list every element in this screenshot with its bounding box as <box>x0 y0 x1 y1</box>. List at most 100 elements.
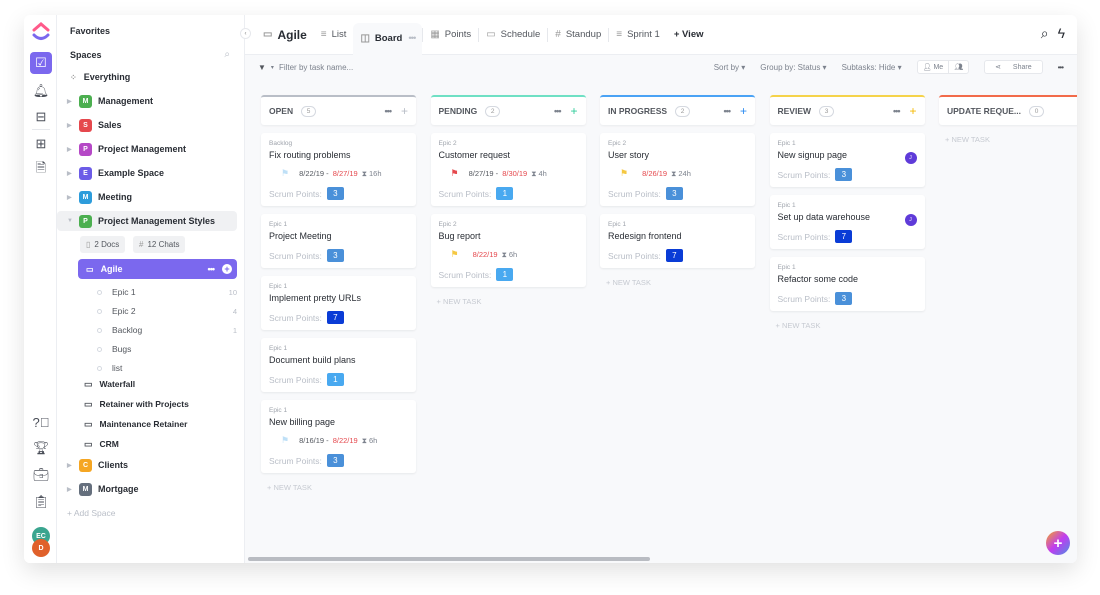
add-task-icon[interactable]: + <box>909 104 916 118</box>
task-list-label[interactable]: Epic 1 <box>608 221 747 228</box>
task-card[interactable]: Epic 1 Redesign frontend Scrum Points: 7 <box>600 214 755 268</box>
sidebar-space[interactable]: ▶ M Management <box>57 91 245 111</box>
caret-down-icon[interactable]: ▼ <box>67 218 79 224</box>
task-name[interactable]: New billing page <box>269 417 408 427</box>
new-task-button[interactable]: + NEW TASK <box>939 135 1077 144</box>
sidebar-folder-agile[interactable]: ▭ Agile ••• + <box>78 259 237 279</box>
avatar[interactable]: D <box>32 539 50 557</box>
task-name[interactable]: Project Meeting <box>269 231 408 241</box>
points-value[interactable]: 3 <box>665 187 683 200</box>
points-value[interactable]: 3 <box>326 454 344 467</box>
portfolio-icon[interactable]: 💼︎ <box>30 464 52 486</box>
priority-flag-icon[interactable]: ⚑ <box>620 168 628 179</box>
tab-standup[interactable]: # Standup <box>548 15 608 55</box>
automation-icon[interactable]: ϟ <box>1058 25 1065 42</box>
sidebar-item-everything[interactable]: ⁘ Everything <box>57 67 245 87</box>
add-task-icon[interactable]: + <box>401 104 408 118</box>
sidebar-folder[interactable]: ▭ Maintenance Retainer <box>84 415 187 433</box>
task-name[interactable]: Document build plans <box>269 355 408 365</box>
task-name[interactable]: Redesign frontend <box>608 231 747 241</box>
caret-right-icon[interactable]: ▶ <box>67 194 79 201</box>
caret-right-icon[interactable]: ▶ <box>67 170 79 177</box>
inbox-icon[interactable]: ⊟ <box>30 106 52 128</box>
home-icon[interactable]: ☑ <box>30 52 52 74</box>
sidebar-list-item[interactable]: Epic 2 4 <box>97 303 237 319</box>
search-icon[interactable]: ⌕ <box>1041 25 1049 42</box>
sidebar-space[interactable]: ▶ M Meeting <box>57 187 245 207</box>
points-value[interactable]: 3 <box>326 249 344 262</box>
task-card[interactable]: Epic 1 Document build plans Scrum Points: 1 <box>261 338 416 392</box>
sidebar-list-item[interactable]: Bugs <box>97 341 237 357</box>
add-task-icon[interactable]: + <box>740 104 747 118</box>
favorites-heading[interactable]: Favorites <box>70 26 110 36</box>
tab-board[interactable]: ◫ Board ••• <box>353 22 423 55</box>
assignee-filter[interactable]: 👤︎ Me 👥︎ <box>916 60 970 74</box>
new-task-button[interactable]: + NEW TASK <box>770 321 925 330</box>
column-more-icon[interactable]: ••• <box>385 106 393 116</box>
priority-flag-icon[interactable]: ⚑ <box>451 249 459 260</box>
column-header[interactable]: PENDING 2 ••• + <box>430 95 586 125</box>
due-date[interactable]: 8/22/19 <box>473 250 498 259</box>
points-value[interactable]: 1 <box>496 187 514 200</box>
task-name[interactable]: Implement pretty URLs <box>269 293 408 303</box>
points-value[interactable]: 3 <box>835 168 853 181</box>
search-spaces-icon[interactable]: ⌕ <box>224 49 230 60</box>
task-name[interactable]: Fix routing problems <box>269 150 408 160</box>
me-button[interactable]: 👤︎ Me <box>918 61 949 73</box>
task-name[interactable]: Bug report <box>439 231 578 241</box>
due-date[interactable]: 8/30/19 <box>502 169 527 178</box>
column-more-icon[interactable]: ••• <box>893 106 901 116</box>
task-list-label[interactable]: Epic 2 <box>439 140 578 147</box>
chats-pill[interactable]: #12 Chats <box>133 236 186 253</box>
points-value[interactable]: 7 <box>665 249 683 262</box>
tab-sprint-1[interactable]: ≡ Sprint 1 <box>609 15 667 55</box>
timesheet-icon[interactable]: 📋︎ <box>30 491 52 513</box>
group-by-button[interactable]: Group by: Status ▾ <box>760 63 826 72</box>
start-date[interactable]: 8/16/19 - <box>299 436 329 445</box>
tab-schedule[interactable]: ▭ Schedule <box>479 15 547 55</box>
points-value[interactable]: 7 <box>326 311 344 324</box>
new-task-button[interactable]: + NEW TASK <box>261 483 416 492</box>
task-name[interactable]: New signup page <box>778 150 917 160</box>
column-header[interactable]: UPDATE REQUE...0••• <box>939 95 1077 125</box>
task-card[interactable]: Epic 2 User story ⚑ 8/26/19 ⧗ 24h Scrum Points… <box>600 133 755 206</box>
sort-by-button[interactable]: Sort by ▾ <box>714 63 746 72</box>
column-header[interactable]: OPEN 5 ••• + <box>261 95 416 125</box>
chevron-down-icon[interactable]: ▾ <box>271 64 274 71</box>
due-date[interactable]: 8/27/19 <box>333 169 358 178</box>
task-card[interactable]: Backlog Fix routing problems ⚑ 8/22/19 - 8/2… <box>261 133 416 206</box>
task-name[interactable]: User story <box>608 150 747 160</box>
caret-right-icon[interactable]: ▶ <box>67 462 79 469</box>
sidebar-space[interactable]: ▶ S Sales <box>57 115 245 135</box>
people-icon[interactable]: 👥︎ <box>948 61 968 73</box>
task-card[interactable]: Epic 1 New billing page ⚑ 8/16/19 - 8/22/19 ⧗… <box>261 400 416 473</box>
task-card[interactable]: Epic 2 Customer request ⚑ 8/27/19 -8/30/19 ⧗… <box>430 133 586 206</box>
task-card[interactable]: Epic 2 Bug report ⚑ 8/22/19 ⧗ 6h Scrum Points:… <box>430 214 586 287</box>
sidebar-list-item[interactable]: list <box>97 360 237 376</box>
docs-icon[interactable]: 🗎︎ <box>30 159 52 181</box>
sidebar-space[interactable]: ▶ C Clients <box>57 455 245 475</box>
quick-create-button[interactable]: + <box>1046 531 1070 555</box>
start-date[interactable]: 8/27/19 - <box>469 169 499 178</box>
add-list-icon[interactable]: + <box>222 264 232 274</box>
new-task-button[interactable]: + NEW TASK <box>600 278 755 287</box>
new-task-button[interactable]: + NEW TASK <box>431 297 586 306</box>
task-list-label[interactable]: Epic 2 <box>439 221 578 228</box>
column-more-icon[interactable]: ••• <box>554 106 562 116</box>
task-list-label[interactable]: Epic 1 <box>269 345 408 352</box>
horizontal-scrollbar[interactable] <box>248 557 650 561</box>
task-name[interactable]: Refactor some code <box>778 274 917 284</box>
sidebar-space[interactable]: ▶ P Project Management <box>57 139 245 159</box>
column-more-icon[interactable]: ••• <box>724 106 732 116</box>
sidebar-folder[interactable]: ▭ Waterfall <box>84 375 135 393</box>
share-button[interactable]: ⋖ Share <box>984 60 1043 74</box>
caret-right-icon[interactable]: ▶ <box>67 486 79 493</box>
add-view-button[interactable]: + View <box>667 15 711 55</box>
tab-list[interactable]: ≡ List <box>314 15 354 55</box>
dashboards-icon[interactable]: ⊞ <box>30 133 52 155</box>
trophy-icon[interactable]: 🏆︎ <box>30 437 52 459</box>
sidebar-list-item[interactable]: Backlog 1 <box>97 322 237 338</box>
task-list-label[interactable]: Epic 1 <box>269 407 408 414</box>
assignee-avatar[interactable]: J <box>904 214 917 226</box>
help-icon[interactable]: ?⃝ <box>30 411 52 433</box>
